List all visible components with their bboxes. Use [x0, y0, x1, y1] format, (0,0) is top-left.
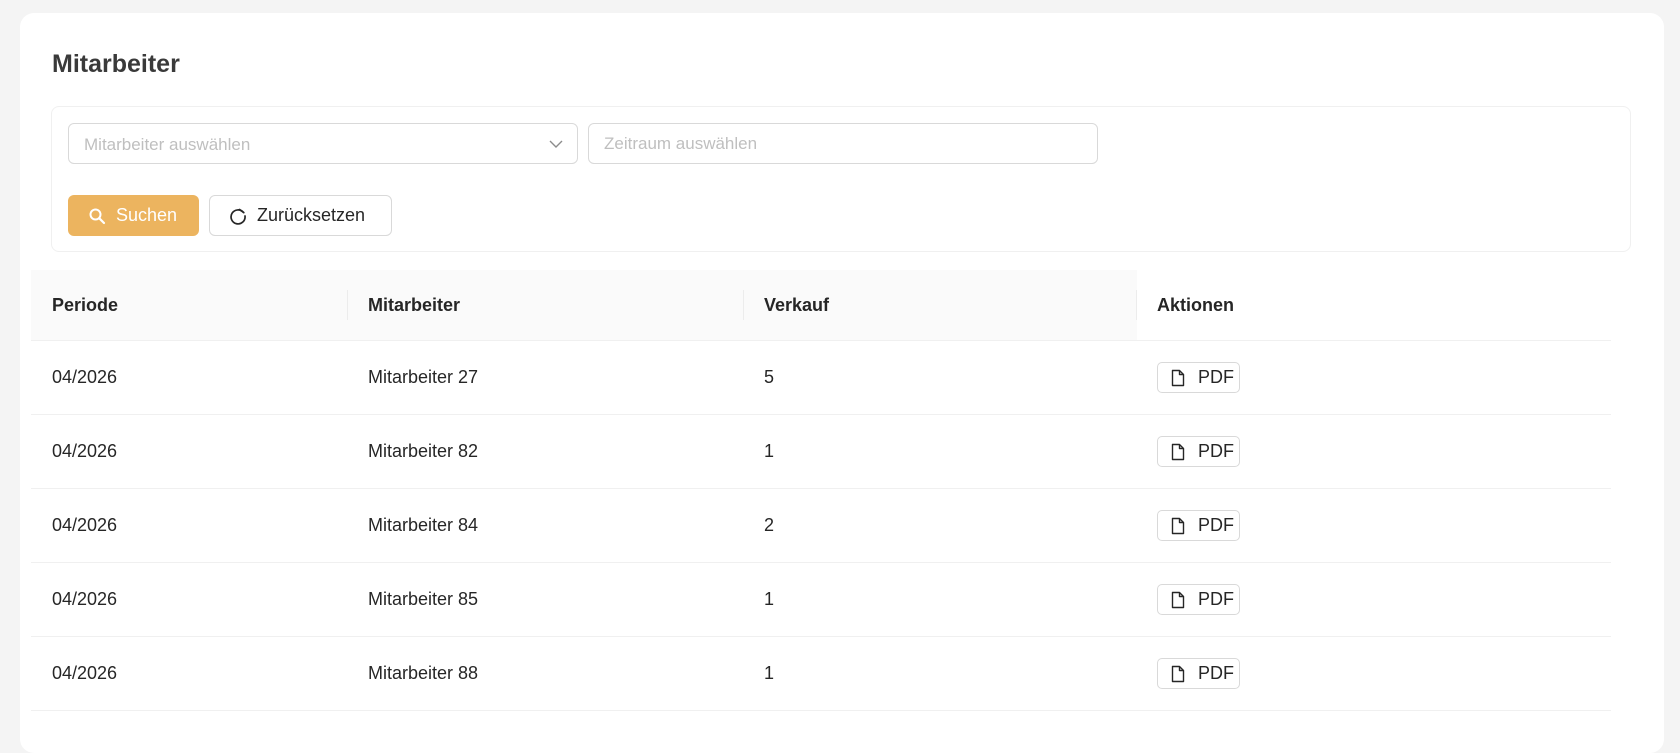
pdf-button[interactable]: PDF — [1157, 658, 1240, 689]
search-button[interactable]: Suchen — [68, 195, 199, 236]
filter-panel: Mitarbeiter auswählen Suchen Zurücksetze… — [51, 106, 1631, 252]
pdf-button-label: PDF — [1198, 441, 1234, 461]
cell-sales: 5 — [764, 367, 775, 387]
pdf-button-label: PDF — [1198, 663, 1234, 683]
cell-period: 04/2026 — [52, 367, 118, 387]
file-icon — [1169, 443, 1187, 461]
file-icon — [1169, 369, 1187, 387]
cell-period: 04/2026 — [52, 441, 118, 461]
table-row: 04/2026 Mitarbeiter 82 1 PDF — [31, 415, 1611, 489]
file-icon — [1169, 665, 1187, 683]
pdf-button[interactable]: PDF — [1157, 436, 1240, 467]
cell-sales: 1 — [764, 441, 775, 461]
table-row: 04/2026 Mitarbeiter 84 2 PDF — [31, 489, 1611, 563]
search-button-label: Suchen — [116, 205, 178, 225]
cell-employee: Mitarbeiter 85 — [368, 589, 479, 609]
cell-employee: Mitarbeiter 84 — [368, 515, 479, 535]
chevron-down-icon — [548, 136, 564, 152]
table-header: Periode Mitarbeiter Verkauf Aktionen — [31, 270, 1611, 341]
cell-period: 04/2026 — [52, 515, 118, 535]
cell-sales: 1 — [764, 589, 775, 609]
cell-period: 04/2026 — [52, 589, 118, 609]
cell-sales: 1 — [764, 663, 775, 683]
reset-button[interactable]: Zurücksetzen — [209, 195, 392, 236]
employee-select[interactable]: Mitarbeiter auswählen — [68, 123, 578, 164]
cell-employee: Mitarbeiter 82 — [368, 441, 479, 461]
page-title: Mitarbeiter — [52, 50, 180, 78]
pdf-button[interactable]: PDF — [1157, 584, 1240, 615]
cell-employee: Mitarbeiter 27 — [368, 367, 479, 387]
pdf-button[interactable]: PDF — [1157, 510, 1240, 541]
search-icon — [88, 207, 106, 225]
table-row: 04/2026 Mitarbeiter 88 1 PDF — [31, 637, 1611, 711]
pdf-button[interactable]: PDF — [1157, 362, 1240, 393]
column-header-period: Periode — [52, 295, 119, 315]
table-row: 04/2026 Mitarbeiter 27 5 PDF — [31, 341, 1611, 415]
pdf-button-label: PDF — [1198, 515, 1234, 535]
cell-sales: 2 — [764, 515, 775, 535]
reset-button-label: Zurücksetzen — [257, 205, 366, 225]
cell-period: 04/2026 — [52, 663, 118, 683]
pdf-button-label: PDF — [1198, 589, 1234, 609]
column-header-employee: Mitarbeiter — [368, 295, 461, 315]
column-header-actions: Aktionen — [1157, 295, 1235, 315]
table-row: 04/2026 Mitarbeiter 85 1 PDF — [31, 563, 1611, 637]
period-input[interactable] — [588, 123, 1098, 164]
employee-select-placeholder: Mitarbeiter auswählen — [84, 135, 251, 154]
pdf-button-label: PDF — [1198, 367, 1234, 387]
cell-employee: Mitarbeiter 88 — [368, 663, 479, 683]
file-icon — [1169, 517, 1187, 535]
column-header-sales: Verkauf — [764, 295, 830, 315]
reload-icon — [229, 207, 247, 225]
employee-table: Periode Mitarbeiter Verkauf Aktionen 04/… — [31, 270, 1611, 711]
file-icon — [1169, 591, 1187, 609]
